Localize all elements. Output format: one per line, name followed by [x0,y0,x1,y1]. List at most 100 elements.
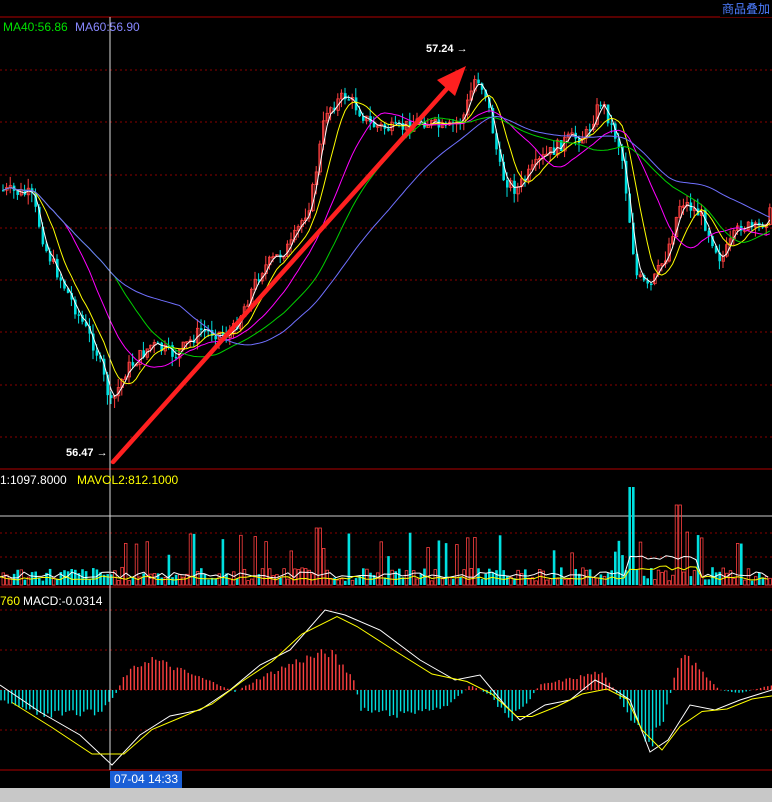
volume-bar [70,569,73,585]
volume-bar [300,567,304,586]
moving-average-lines [2,83,771,398]
volume-bar [440,578,445,586]
volume-bar [88,579,91,585]
volume-bar [707,579,711,585]
candle-body [401,123,405,130]
candle-body [77,314,81,316]
grid-lines [0,16,772,771]
bottom-scrollbar[interactable] [0,788,772,802]
macd-label: MACD:-0.0314 [23,594,103,608]
volume-bar [167,554,171,585]
kline-chart[interactable] [0,0,772,802]
volume-bar [271,575,275,586]
volume-bar [398,568,401,585]
candle-body [506,180,509,188]
volume-bar [339,578,344,586]
macd-dif-label: 760 [0,594,21,608]
volume-bar [84,571,88,585]
volume-bar [365,568,369,586]
volume-bar [279,577,282,585]
candle-body [347,99,351,101]
volume-bar [181,576,185,586]
volume-bar [498,535,502,585]
volume-bar [621,555,624,585]
volume-bar [285,578,290,586]
volume-bar [491,572,495,585]
volume-ma1-line [0,555,769,579]
volume-bar [260,568,265,586]
volume-bar [592,577,596,586]
volume-bar [433,569,437,586]
volume-bar [743,579,747,586]
volume-bar [682,571,686,586]
volume-bar [527,578,531,586]
volume-bar [692,570,697,586]
candle-body [387,128,390,131]
volume-bar [321,548,326,586]
volume-bar [664,570,668,586]
candle-body [16,190,19,195]
volume-bar [415,578,419,586]
cursor-time-label: 07-04 14:33 [110,771,182,788]
candle-body [131,362,135,366]
overlay-commodity-label[interactable]: 商品叠加 [719,0,772,17]
volume-bar [581,567,585,586]
volume-bar [74,569,77,585]
candle-body [95,350,99,356]
candle-body [174,356,178,359]
volume-bar [725,572,729,586]
volume-bar [642,575,646,585]
macd-dea-line [11,615,772,755]
volume-bar [447,577,452,586]
volume-bar [556,578,560,586]
low-price-label: 56.47 → [66,447,108,459]
volume-bar [333,577,336,585]
volume-bar [545,579,549,586]
volume-bar [289,550,293,586]
volume-bar [56,579,59,585]
volume-bar [249,578,254,586]
volume-bar [599,574,603,585]
volume-bar [638,541,643,586]
volume-bar [404,570,409,586]
candle-body [59,277,63,281]
candlesticks [2,72,772,409]
volume-bar [200,568,203,585]
volume-bar [116,580,121,586]
volume-bar [614,551,617,585]
volume-bar [106,574,109,585]
volume-bar [207,579,210,585]
volume-bar [563,579,567,586]
volume-bar [754,576,758,586]
volume-bar [740,543,743,585]
volume-bar [354,578,358,585]
candle-body [599,104,603,107]
volume-bar [362,568,365,585]
overlay [109,17,466,770]
volume-bar [768,577,772,586]
volume-bar [452,578,455,585]
candle-body [477,79,480,84]
volume-bar [387,556,390,585]
volume-bar [23,579,27,585]
volume-bar [646,578,649,585]
volume-bar [689,576,693,585]
volume-bar [750,580,754,585]
volume-bar [171,577,174,585]
volume-bar [217,573,221,586]
volume-bar [127,580,131,586]
ma20-line [2,110,770,368]
volume-bar [253,536,257,586]
chart-stage[interactable]: 商品叠加 MA40:56.86 MA60:56.90 1:1097.8000 M… [0,0,772,802]
volume-bar [632,487,635,585]
volume-bar [455,544,459,586]
volume-bar [488,568,491,585]
ma60-line [2,115,770,346]
volume-bar [246,580,250,586]
volume-bar [163,577,167,586]
volume-bar [656,569,661,586]
volume-bar [48,568,52,585]
volume-bar [231,571,236,586]
volume-bar [203,573,207,585]
volume-bar [477,568,480,585]
